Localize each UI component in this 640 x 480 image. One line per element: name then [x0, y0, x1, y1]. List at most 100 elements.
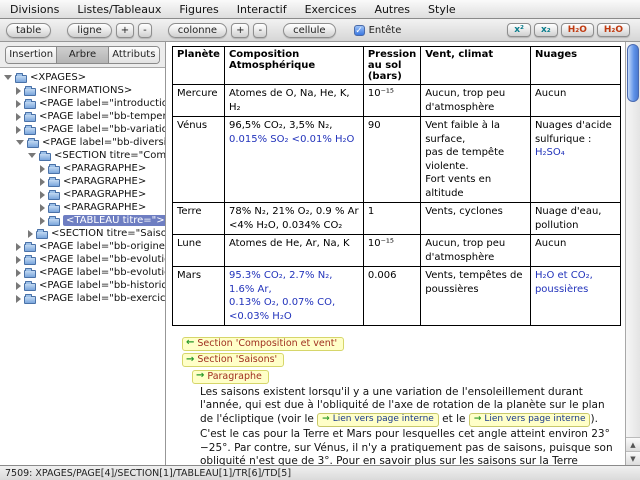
- table-cell[interactable]: Terre: [172, 202, 225, 235]
- subscript-button[interactable]: x₂: [534, 23, 558, 37]
- tree-item[interactable]: <XPAGES>: [0, 71, 165, 84]
- expand-arrow-icon[interactable]: [16, 99, 21, 108]
- collapse-arrow-icon[interactable]: [28, 153, 36, 158]
- expand-arrow-icon[interactable]: [16, 281, 21, 290]
- element-start-tag[interactable]: → Section 'Saisons': [182, 353, 285, 367]
- expand-arrow-icon[interactable]: [16, 112, 21, 121]
- table-header-cell[interactable]: Planète: [172, 46, 225, 85]
- tab-arbre[interactable]: Arbre: [57, 47, 109, 63]
- tree-item[interactable]: <SECTION titre="Composit: [0, 149, 165, 162]
- table-cell[interactable]: Nuages d'acide sulfurique : H₂SO₄: [529, 116, 622, 203]
- tree-item[interactable]: <PARAGRAPHE>: [0, 201, 165, 214]
- menu-item-autres[interactable]: Autres: [374, 3, 410, 16]
- cellule-button[interactable]: cellule: [283, 22, 336, 38]
- internal-link-chip[interactable]: → Lien vers page interne: [317, 412, 439, 427]
- internal-link-chip[interactable]: → Lien vers page interne: [468, 412, 591, 427]
- tree-item[interactable]: <PAGE label="bb-origine" titr: [0, 240, 165, 253]
- table-cell[interactable]: Aucun, trop peu d'atmosphère: [420, 84, 531, 117]
- table-cell[interactable]: 10⁻¹⁵: [362, 84, 422, 117]
- tab-attributs[interactable]: Attributs: [108, 47, 159, 63]
- expand-arrow-icon[interactable]: [28, 229, 33, 238]
- tree-item[interactable]: <INFORMATIONS>: [0, 84, 165, 97]
- tree-item[interactable]: <PARAGRAPHE>: [0, 188, 165, 201]
- tree-item[interactable]: <PAGE label="introduction-at: [0, 97, 165, 110]
- remove-row-button[interactable]: -: [138, 22, 152, 38]
- table-cell[interactable]: 0.006: [362, 266, 422, 326]
- element-start-tag[interactable]: → Paragraphe: [192, 369, 269, 384]
- table-cell[interactable]: 96,5% CO₂, 3,5% N₂, 0.015% SO₂ <0.01% H₂O: [223, 116, 364, 203]
- tree-item[interactable]: <PAGE label="bb-variations-: [0, 123, 165, 136]
- table-header-cell[interactable]: Vent, climat: [420, 46, 531, 85]
- chem-formula-button-2[interactable]: H₂O: [596, 23, 630, 37]
- menu-item-divisions[interactable]: Divisions: [10, 3, 59, 16]
- table-cell[interactable]: 95.3% CO₂, 2.7% N₂, 1.6% Ar, 0.13% O₂, 0.…: [223, 266, 364, 326]
- table-header-cell[interactable]: Nuages: [529, 46, 622, 85]
- folder-icon: [24, 85, 36, 96]
- remove-column-button[interactable]: -: [253, 22, 268, 38]
- table-cell[interactable]: Vénus: [172, 116, 225, 203]
- element-end-tag[interactable]: ← Section 'Composition et vent': [182, 336, 345, 351]
- menu-item-exercices[interactable]: Exercices: [305, 3, 357, 16]
- expand-arrow-icon[interactable]: [40, 216, 45, 225]
- table-cell[interactable]: Aucun: [529, 84, 622, 117]
- expand-arrow-icon[interactable]: [16, 294, 21, 303]
- vertical-scrollbar[interactable]: ▲ ▼: [625, 42, 640, 465]
- table-cell[interactable]: Aucun, trop peu d'atmosphère: [420, 234, 531, 267]
- table-cell[interactable]: Mars: [172, 266, 225, 326]
- collapse-arrow-icon[interactable]: [4, 75, 12, 80]
- tree-item[interactable]: <PAGE label="bb-diversite-a: [0, 136, 165, 149]
- scrollbar-thumb[interactable]: [627, 44, 639, 102]
- tree-item[interactable]: <PAGE label="bb-exercices-a: [0, 292, 165, 305]
- table-cell[interactable]: 90: [362, 116, 422, 203]
- table-cell[interactable]: 1: [362, 202, 422, 235]
- table-cell[interactable]: Vents, cyclones: [420, 202, 531, 235]
- chem-formula-button[interactable]: H₂O: [560, 23, 594, 37]
- expand-arrow-icon[interactable]: [40, 164, 45, 173]
- colonne-button[interactable]: colonne: [167, 22, 228, 38]
- table-header-cell[interactable]: Pression au sol (bars): [362, 46, 422, 85]
- tree-item[interactable]: <PAGE label="bb-evolution-1: [0, 253, 165, 266]
- tree-item[interactable]: <TABLEAU titre=">: [0, 214, 165, 227]
- table-cell[interactable]: Atomes de O, Na, He, K, H₂: [223, 84, 364, 117]
- ligne-button[interactable]: ligne: [67, 22, 112, 38]
- expand-arrow-icon[interactable]: [40, 190, 45, 199]
- tree-item[interactable]: <PAGE label="bb-temperatur: [0, 110, 165, 123]
- superscript-button[interactable]: x²: [507, 23, 531, 37]
- table-cell[interactable]: Mercure: [172, 84, 225, 117]
- tree-item[interactable]: <PAGE label="bb-historique-: [0, 279, 165, 292]
- tree-item[interactable]: <PARAGRAPHE>: [0, 162, 165, 175]
- menu-item-style[interactable]: Style: [428, 3, 456, 16]
- table-cell[interactable]: Vents, tempêtes de poussières: [420, 266, 531, 326]
- tree-item[interactable]: <PARAGRAPHE>: [0, 175, 165, 188]
- table-cell[interactable]: Aucun: [529, 234, 622, 267]
- table-header-cell[interactable]: Composition Atmosphérique: [223, 46, 364, 85]
- menu-item-listes-tableaux[interactable]: Listes/Tableaux: [77, 3, 161, 16]
- tab-insertion[interactable]: Insertion: [6, 47, 58, 63]
- table-cell[interactable]: 10⁻¹⁵: [362, 234, 422, 267]
- entete-checkbox[interactable]: ✓ Entête: [353, 24, 401, 36]
- expand-arrow-icon[interactable]: [40, 203, 45, 212]
- table-button[interactable]: table: [6, 22, 52, 38]
- collapse-arrow-icon[interactable]: [16, 140, 24, 145]
- menu-item-figures[interactable]: Figures: [179, 3, 218, 16]
- expand-arrow-icon[interactable]: [16, 242, 21, 251]
- expand-arrow-icon[interactable]: [16, 125, 21, 134]
- expand-arrow-icon[interactable]: [16, 86, 21, 95]
- menu-item-interactif[interactable]: Interactif: [237, 3, 287, 16]
- add-row-button[interactable]: +: [115, 22, 135, 38]
- table-cell[interactable]: 78% N₂, 21% O₂, 0.9 % Ar <4% H₂O, 0.034% …: [223, 202, 364, 235]
- table-cell[interactable]: H₂O et CO₂, poussières: [529, 266, 622, 326]
- expand-arrow-icon[interactable]: [40, 177, 45, 186]
- table-cell[interactable]: Atomes de He, Ar, Na, K: [223, 234, 364, 267]
- expand-arrow-icon[interactable]: [16, 268, 21, 277]
- scroll-down-button[interactable]: ▼: [626, 451, 640, 465]
- add-column-button[interactable]: +: [231, 22, 250, 38]
- paragraph-text[interactable]: Les saisons existent lorsqu'il y a une v…: [200, 386, 621, 466]
- table-cell[interactable]: Vent faible à la surface, pas de tempête …: [420, 116, 531, 203]
- expand-arrow-icon[interactable]: [16, 255, 21, 264]
- tree-item[interactable]: <PAGE label="bb-evolution-2: [0, 266, 165, 279]
- table-cell[interactable]: Lune: [172, 234, 225, 267]
- scroll-up-button[interactable]: ▲: [626, 437, 640, 451]
- table-cell[interactable]: Nuage d'eau, pollution: [529, 202, 622, 235]
- tree-item[interactable]: <SECTION titre="Saisons">: [0, 227, 165, 240]
